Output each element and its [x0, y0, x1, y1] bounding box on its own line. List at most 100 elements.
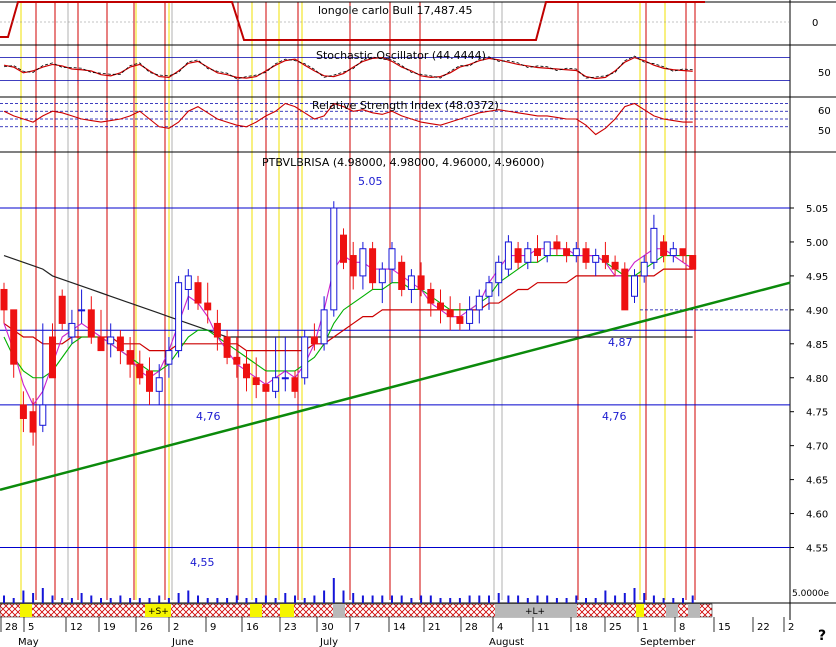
x-axis-day-label: 1 [642, 622, 648, 633]
candle-body [485, 282, 493, 297]
x-axis-day-label: 30 [321, 622, 334, 633]
candle-body [165, 350, 173, 365]
candle-body [68, 322, 76, 338]
candle-body [281, 377, 289, 380]
x-axis-day-label: 26 [140, 622, 153, 633]
x-axis-day-label: 14 [393, 622, 406, 633]
candle-body [330, 207, 338, 311]
candle-body [534, 248, 541, 257]
x-axis-day-label: 18 [575, 622, 588, 633]
candle-body [272, 377, 280, 392]
candle-body [660, 241, 668, 257]
candle-body [369, 248, 377, 284]
price-panel-title: PTBVLBRISA (4.98000, 4.98000, 4.96000, 4… [262, 156, 544, 169]
top-axis-label: 0 [812, 18, 818, 29]
candle-body [553, 241, 561, 250]
candle-body [446, 309, 454, 318]
candle-body [407, 275, 415, 290]
price-axis-label: 4.55 [806, 544, 828, 555]
stoch-axis-label: 50 [818, 68, 831, 79]
x-axis-day-label: 7 [354, 622, 360, 633]
level-annotation: 5.05 [358, 175, 383, 188]
candle-body [398, 261, 406, 290]
candle-body [378, 268, 386, 284]
candle-body [223, 336, 231, 358]
candle-body [669, 248, 677, 257]
signal-band-gray [333, 604, 345, 617]
x-axis-month-label: July [319, 637, 338, 647]
x-axis-day-label: 2 [173, 622, 179, 633]
candle-body [611, 261, 619, 270]
level-annotation: 4,76 [602, 410, 627, 423]
candle-body [136, 363, 144, 379]
band-label-l: +L+ [525, 607, 545, 617]
candle-body [78, 309, 86, 312]
price-axis-label: 5.00 [806, 238, 828, 249]
candle-body [310, 336, 318, 345]
candle-body [58, 295, 66, 324]
candle-body [640, 261, 648, 277]
x-axis-day-label: 15 [718, 622, 731, 633]
top-panel-title: longole carlo Bull 17,487.45 [318, 4, 473, 17]
candle-body [87, 309, 95, 338]
price-chart: +S+ +L+ 0 50 60 50 5.05 5.00 4.95 4.90 4.85 4.80 4.… [0, 0, 836, 647]
x-axis-month-label: September [640, 637, 696, 647]
candle-body [97, 336, 105, 352]
price-axis-label: 4.90 [806, 306, 828, 317]
signal-band-yellow [636, 604, 644, 617]
candle-body [126, 350, 134, 365]
chart-window: +S+ +L+ 0 50 60 50 5.05 5.00 4.95 4.90 4.85 4.80 4.… [0, 0, 836, 647]
x-axis-day-label: 8 [679, 622, 685, 633]
candle-body [417, 275, 425, 290]
x-axis-day-label: 28 [465, 622, 478, 633]
candle-body [466, 309, 474, 324]
candle-body [39, 404, 47, 426]
x-axis-day-label: 16 [246, 622, 259, 633]
candle-body [29, 411, 37, 433]
price-axis-label: 4.95 [806, 272, 828, 283]
x-axis-day-label: 2 [788, 622, 794, 633]
x-axis-day-label: 23 [284, 622, 297, 633]
candle-body [291, 377, 299, 392]
signal-band-yellow [250, 604, 262, 617]
candle-body [301, 336, 309, 379]
rsi-panel-title: Relative Strength Index (48.0372) [312, 99, 499, 112]
candle-body [388, 248, 396, 270]
level-annotation: 4,76 [196, 410, 221, 423]
candle-body [262, 384, 270, 392]
price-axis-label: 4.65 [806, 476, 828, 487]
x-axis-day-label: 25 [609, 622, 622, 633]
x-axis-day-label: 12 [70, 622, 83, 633]
price-axis-label: 4.60 [806, 510, 828, 521]
candle-body [582, 248, 590, 263]
price-axis-label: 5.05 [806, 204, 828, 215]
candle-body [592, 255, 600, 263]
band-label-s: +S+ [148, 607, 169, 617]
candle-body [49, 336, 56, 379]
price-axis-label: 4.75 [806, 408, 828, 419]
candle-body [175, 282, 183, 352]
level-annotation: 4,55 [190, 556, 215, 569]
x-axis-day-label: 11 [537, 622, 550, 633]
help-mark: ? [818, 628, 826, 644]
candle-body [495, 261, 503, 284]
candle-body [194, 282, 202, 304]
x-axis-day-label: 9 [210, 622, 216, 633]
rsi-axis-label: 60 [818, 106, 831, 117]
volume-axis-label: 5.0000e [792, 589, 829, 599]
candle-body [155, 377, 163, 392]
candle-body [437, 302, 444, 311]
candle-body [204, 302, 212, 311]
x-axis-day-label: 4 [497, 622, 503, 633]
rsi-axis-label: 50 [818, 126, 831, 137]
candle-body [252, 377, 260, 386]
candle-body [689, 255, 697, 270]
candle-body [563, 248, 571, 257]
candle-body [572, 248, 580, 257]
candle-body [359, 248, 367, 277]
price-axis-label: 4.80 [806, 374, 828, 385]
candle-body [631, 275, 638, 297]
candle-body [543, 241, 551, 257]
candle-body [213, 322, 221, 338]
candle-body [243, 363, 250, 379]
